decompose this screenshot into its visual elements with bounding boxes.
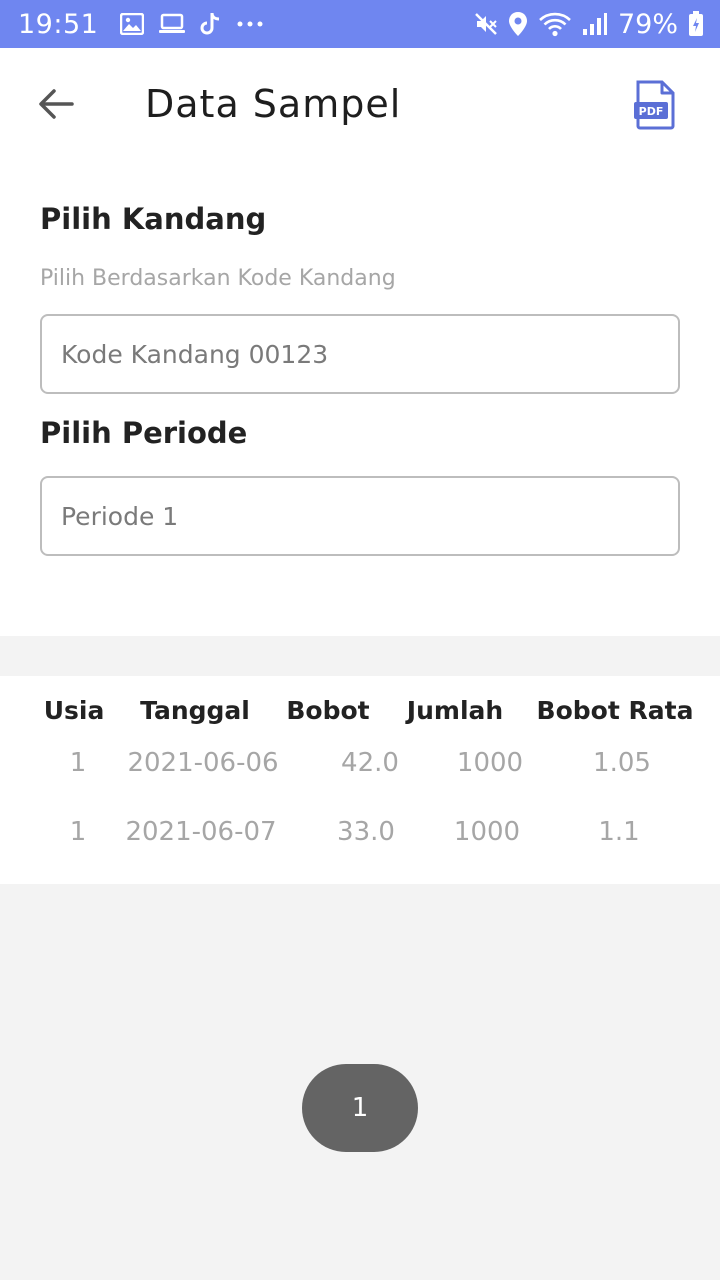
signal-icon — [582, 12, 608, 36]
cell-bobot: 33.0 — [337, 817, 395, 847]
battery-percent: 79% — [617, 8, 678, 40]
wifi-icon — [538, 11, 572, 37]
cell-usia: 1 — [69, 748, 87, 778]
status-bar: 19:51 79% — [0, 0, 720, 48]
location-icon — [508, 11, 528, 37]
column-header-bobot: Bobot — [286, 696, 370, 725]
kandang-section-title: Pilih Kandang — [40, 202, 267, 236]
status-time: 19:51 — [18, 8, 99, 40]
periode-section-title: Pilih Periode — [40, 416, 248, 450]
tiktok-icon — [200, 12, 222, 36]
kandang-field[interactable] — [40, 314, 680, 394]
pdf-label: PDF — [639, 105, 664, 118]
cell-bobot-rata: 1.05 — [593, 748, 651, 778]
kandang-input[interactable] — [61, 339, 678, 369]
periode-field[interactable] — [40, 476, 680, 556]
pagination-page-button[interactable]: 1 — [302, 1064, 418, 1152]
pdf-icon: PDF — [634, 80, 675, 130]
export-pdf-button[interactable]: PDF — [634, 80, 676, 130]
battery-charging-icon — [688, 11, 704, 37]
cell-usia: 1 — [69, 817, 87, 847]
column-header-usia: Usia — [43, 696, 105, 725]
cell-bobot: 42.0 — [341, 748, 399, 778]
cell-jumlah: 1000 — [453, 817, 521, 847]
column-header-bobot-rata: Bobot Rata — [536, 696, 694, 725]
page-title: Data Sampel — [145, 82, 402, 126]
kandang-hint: Pilih Berdasarkan Kode Kandang — [40, 266, 396, 291]
more-icon — [236, 20, 264, 28]
cell-tanggal: 2021-06-06 — [127, 748, 279, 778]
laptop-icon — [158, 13, 186, 35]
periode-input[interactable] — [61, 501, 678, 531]
mute-icon — [474, 12, 498, 36]
sample-table: Usia Tanggal Bobot Jumlah Bobot Rata 1 2… — [0, 676, 720, 884]
filter-form: Pilih Kandang Pilih Berdasarkan Kode Kan… — [0, 164, 720, 636]
back-button[interactable] — [36, 84, 76, 124]
cell-bobot-rata: 1.1 — [598, 817, 640, 847]
cell-jumlah: 1000 — [456, 748, 524, 778]
arrow-left-icon — [39, 89, 74, 119]
app-header: Data Sampel PDF — [0, 48, 720, 164]
cell-tanggal: 2021-06-07 — [125, 817, 277, 847]
column-header-jumlah: Jumlah — [406, 696, 504, 725]
column-header-tanggal: Tanggal — [140, 696, 250, 725]
image-icon — [120, 13, 145, 35]
